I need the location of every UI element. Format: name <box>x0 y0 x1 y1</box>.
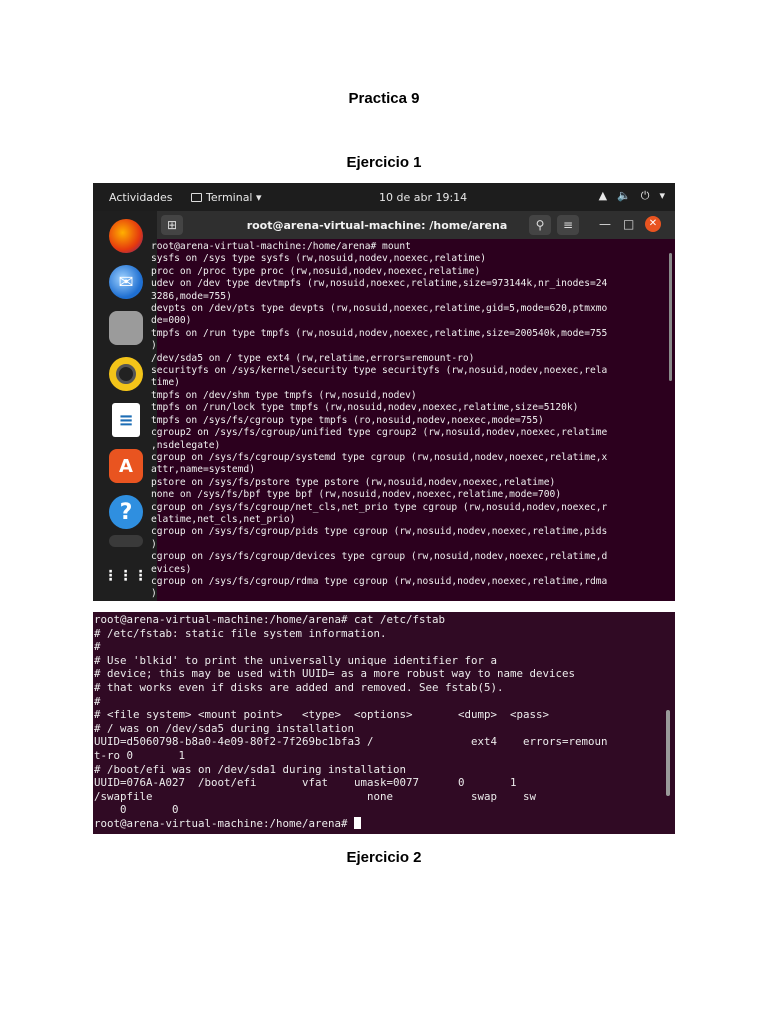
minimize-button[interactable]: — <box>599 217 611 231</box>
software-icon[interactable]: A <box>109 449 143 483</box>
thunderbird-icon[interactable]: ✉ <box>109 265 143 299</box>
search-icon: ⚲ <box>535 218 545 232</box>
top-bar: Actividades Terminal ▾ 10 de abr 19:14 ▲… <box>93 183 675 211</box>
firefox-icon[interactable] <box>109 219 143 253</box>
search-button[interactable]: ⚲ <box>529 215 551 235</box>
network-icon: ▲ <box>598 189 608 202</box>
page-title: Practica 9 <box>348 90 420 107</box>
dock: ✉ ≡ A ? ⋮⋮⋮ <box>93 211 157 601</box>
help-icon[interactable]: ? <box>109 495 143 529</box>
terminal-app-label: Terminal ▾ <box>206 191 262 204</box>
volume-icon: 🔈 <box>617 189 631 202</box>
fstab-output: root@arena-virtual-machine:/home/arena# … <box>94 613 608 817</box>
maximize-button[interactable]: □ <box>623 217 634 231</box>
chevron-down-icon: ▾ <box>659 189 665 202</box>
files-icon[interactable] <box>109 311 143 345</box>
terminal-app-menu[interactable]: Terminal ▾ <box>191 191 262 204</box>
close-button[interactable]: ✕ <box>645 216 661 232</box>
mount-output: root@arena-virtual-machine:/home/arena# … <box>151 241 608 600</box>
terminal-output-mount[interactable]: root@arena-virtual-machine:/home/arena# … <box>151 241 671 601</box>
activities-button[interactable]: Actividades <box>109 191 173 204</box>
text-cursor <box>354 816 362 829</box>
clock[interactable]: 10 de abr 19:14 <box>379 191 467 204</box>
trash-icon[interactable] <box>109 535 143 547</box>
section-heading-ejercicio-2: Ejercicio 2 <box>346 849 422 866</box>
speaker-icon <box>116 364 136 384</box>
writer-icon[interactable]: ≡ <box>112 403 140 437</box>
shell-prompt: root@arena-virtual-machine:/home/arena# <box>94 816 355 830</box>
power-icon: ⏻ <box>640 189 650 202</box>
terminal-scrollbar-2[interactable] <box>666 710 670 796</box>
hamburger-icon: ≡ <box>562 218 574 232</box>
screenshot-fstab: root@arena-virtual-machine:/home/arena# … <box>93 612 675 834</box>
terminal-output-fstab[interactable]: root@arena-virtual-machine:/home/arena# … <box>94 613 669 831</box>
terminal-app-icon <box>191 193 202 202</box>
menu-button[interactable]: ≡ <box>557 215 579 235</box>
system-tray[interactable]: ▲ 🔈 ⏻ ▾ <box>599 189 665 203</box>
terminal-titlebar: ⊞ root@arena-virtual-machine: /home/aren… <box>157 211 675 239</box>
section-heading-ejercicio-1: Ejercicio 1 <box>346 154 422 171</box>
screenshot-mount: Actividades Terminal ▾ 10 de abr 19:14 ▲… <box>93 183 675 601</box>
rhythmbox-icon[interactable] <box>109 357 143 391</box>
show-apps-icon[interactable]: ⋮⋮⋮ <box>104 559 148 593</box>
terminal-scrollbar[interactable] <box>669 253 672 381</box>
